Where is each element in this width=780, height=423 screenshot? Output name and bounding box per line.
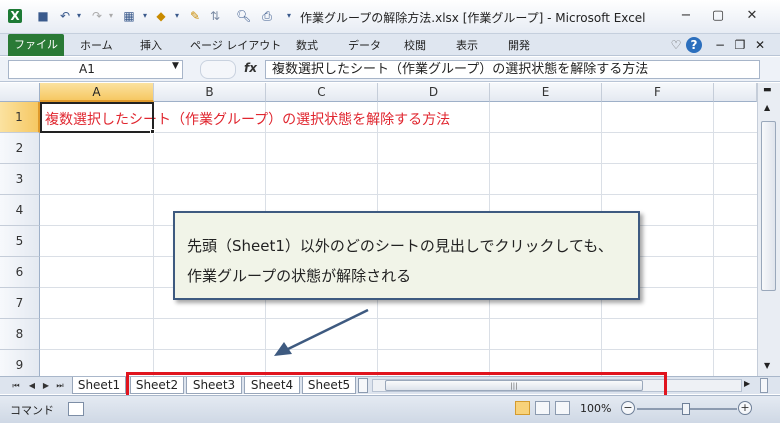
status-mode: コマンド: [10, 404, 54, 417]
tab-data[interactable]: データ: [348, 37, 381, 53]
column-header-next[interactable]: [714, 83, 757, 102]
qat-customize-icon[interactable]: ▾: [282, 9, 296, 23]
zoom-level[interactable]: 100%: [580, 402, 611, 415]
workbook-close-button[interactable]: ✕: [752, 37, 768, 53]
redo-dropdown-icon[interactable]: ▾: [104, 9, 118, 23]
name-box-dropdown-icon[interactable]: ▼: [172, 61, 179, 71]
undo-icon[interactable]: ↶: [58, 9, 72, 23]
column-header-a[interactable]: A: [40, 83, 154, 102]
row-header-7[interactable]: 7: [0, 288, 40, 319]
column-header-e[interactable]: E: [490, 83, 602, 102]
fill-dropdown-icon[interactable]: ▾: [170, 9, 184, 23]
undo-dropdown-icon[interactable]: ▾: [72, 9, 86, 23]
last-sheet-icon[interactable]: ⏭: [54, 379, 66, 392]
grid-line: [40, 318, 757, 319]
grid-line: [713, 102, 714, 376]
row-header-3[interactable]: 3: [0, 164, 40, 195]
scroll-up-icon[interactable]: ▲: [764, 103, 770, 112]
row-header-1[interactable]: 1: [0, 102, 40, 133]
sheet-tab-sheet1[interactable]: Sheet1: [72, 377, 126, 394]
horizontal-split-box[interactable]: [760, 378, 768, 393]
print-icon[interactable]: ⎙: [260, 9, 274, 23]
name-box[interactable]: A1: [8, 60, 183, 79]
formula-bar: A1 ▼ fx 複数選択したシート（作業グループ）の選択状態を解除する方法: [0, 57, 780, 82]
active-cell-a1[interactable]: [40, 102, 154, 133]
column-header-c[interactable]: C: [266, 83, 378, 102]
close-button[interactable]: ✕: [742, 8, 762, 24]
normal-view-button[interactable]: [515, 401, 530, 415]
excel-app-icon[interactable]: X: [8, 9, 22, 23]
grid-line: [40, 163, 757, 164]
column-header-d[interactable]: D: [378, 83, 490, 102]
tab-developer[interactable]: 開発: [508, 37, 530, 53]
next-sheet-icon[interactable]: ▶: [40, 379, 52, 392]
split-box-icon[interactable]: ▬: [763, 85, 772, 95]
scroll-right-icon[interactable]: ▶: [744, 379, 750, 388]
ribbon-minimize-icon[interactable]: ♡: [668, 37, 684, 53]
window-title: 作業グループの解除方法.xlsx [作業グループ] - Microsoft Ex…: [300, 11, 646, 25]
borders-dropdown-icon[interactable]: ▾: [138, 9, 152, 23]
tab-file[interactable]: ファイル: [8, 34, 64, 56]
print-preview-icon[interactable]: 🔍︎: [236, 9, 251, 23]
select-all-corner[interactable]: [0, 83, 40, 102]
row-header-5[interactable]: 5: [0, 226, 40, 257]
insert-function-button[interactable]: fx: [244, 61, 257, 75]
vertical-scroll-thumb[interactable]: [761, 121, 776, 291]
row-header-4[interactable]: 4: [0, 195, 40, 226]
arrow-icon: [274, 308, 369, 356]
tab-home[interactable]: ホーム: [80, 37, 113, 53]
scroll-down-icon[interactable]: ▼: [764, 361, 770, 370]
fill-handle[interactable]: [150, 129, 155, 134]
zoom-slider-knob[interactable]: [682, 403, 690, 415]
workbook-restore-button[interactable]: ❐: [732, 37, 748, 53]
fill-color-icon[interactable]: ◆: [154, 9, 168, 23]
redo-icon[interactable]: ↷: [90, 9, 104, 23]
restore-button[interactable]: ▢: [708, 8, 728, 24]
callout-line-1: 先頭（Sheet1）以外のどのシートの見出しでクリックしても、: [187, 237, 613, 255]
callout-box: 先頭（Sheet1）以外のどのシートの見出しでクリックしても、 作業グループの状…: [173, 211, 640, 300]
page-layout-view-button[interactable]: [535, 401, 550, 415]
column-header-f[interactable]: F: [602, 83, 714, 102]
macro-record-icon[interactable]: [68, 402, 84, 416]
row-header-9[interactable]: 9: [0, 350, 40, 376]
zoom-in-button[interactable]: +: [738, 401, 752, 415]
format-painter-icon[interactable]: ✎: [188, 9, 202, 23]
callout-line-2: 作業グループの状態が解除される: [187, 267, 412, 285]
title-bar: X ■ ↶ ▾ ↷ ▾ ▦ ▾ ◆ ▾ ✎ ⇅ 🔍︎ ⎙ ▾ 作業グループの解除…: [0, 0, 780, 34]
tab-page-layout[interactable]: ページ レイアウト: [190, 37, 281, 53]
tab-formulas[interactable]: 数式: [296, 37, 318, 53]
grid-line: [40, 349, 757, 350]
help-icon[interactable]: ?: [686, 37, 702, 53]
first-sheet-icon[interactable]: ⏮: [10, 379, 22, 392]
grid-line: [40, 194, 757, 195]
prev-sheet-icon[interactable]: ◀: [26, 379, 38, 392]
tab-insert[interactable]: 挿入: [140, 37, 162, 53]
vertical-scrollbar[interactable]: ▬ ▲ ▼: [757, 83, 780, 376]
row-header-6[interactable]: 6: [0, 257, 40, 288]
column-header-b[interactable]: B: [154, 83, 266, 102]
ribbon-tabs: ファイル ホーム 挿入 ページ レイアウト 数式 データ 校閲 表示 開発 ♡ …: [0, 34, 780, 56]
row-header-2[interactable]: 2: [0, 133, 40, 164]
tab-review[interactable]: 校閲: [404, 37, 426, 53]
formula-input[interactable]: 複数選択したシート（作業グループ）の選択状態を解除する方法: [265, 60, 760, 79]
workbook-minimize-button[interactable]: −: [712, 37, 728, 53]
borders-icon[interactable]: ▦: [122, 9, 136, 23]
tab-view[interactable]: 表示: [456, 37, 478, 53]
sort-icon[interactable]: ⇅: [208, 9, 222, 23]
grid-line: [153, 102, 154, 376]
page-break-view-button[interactable]: [555, 401, 570, 415]
status-bar: コマンド 100% − +: [0, 395, 780, 423]
row-header-8[interactable]: 8: [0, 319, 40, 350]
zoom-out-button[interactable]: −: [621, 401, 635, 415]
formula-bar-expander[interactable]: [200, 60, 236, 79]
minimize-button[interactable]: −: [676, 8, 696, 24]
save-icon[interactable]: ■: [36, 9, 50, 23]
